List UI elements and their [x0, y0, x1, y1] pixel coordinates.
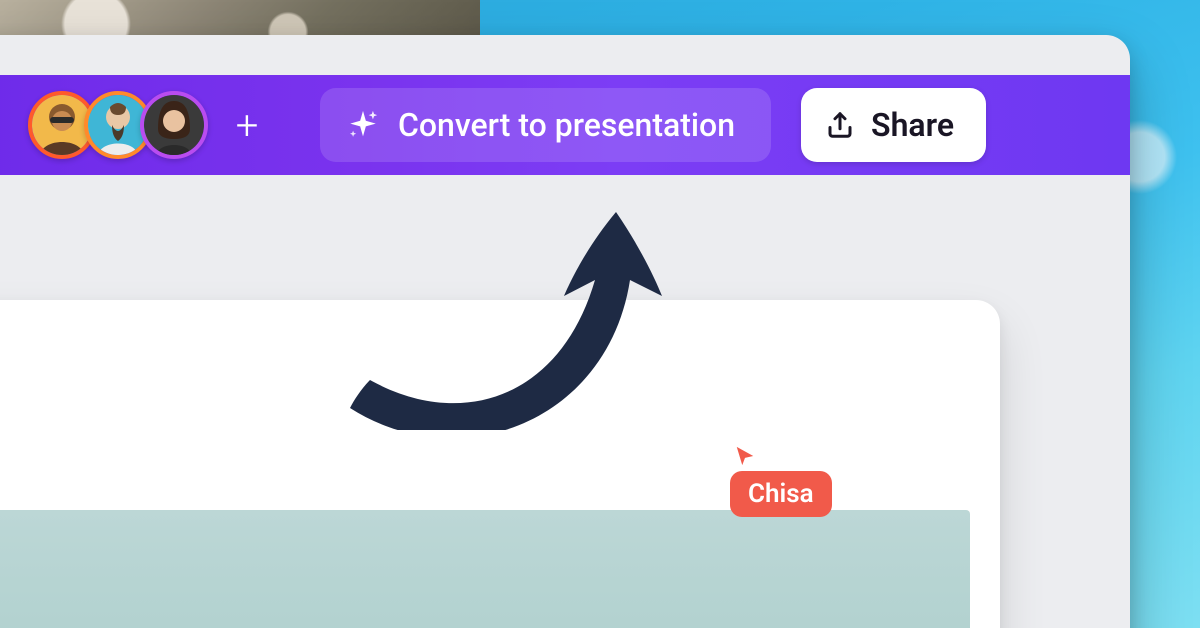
- editor-topbar: + Convert to presentation Share: [0, 75, 1130, 175]
- convert-to-presentation-button[interactable]: Convert to presentation: [320, 88, 771, 162]
- live-cursor-label: Chisa: [730, 471, 832, 517]
- plus-icon: +: [236, 102, 259, 149]
- person-icon: [88, 95, 148, 155]
- canvas-image: [0, 510, 970, 628]
- collaborator-avatars: +: [28, 91, 276, 159]
- person-icon: [144, 95, 204, 155]
- collaborator-avatar[interactable]: [140, 91, 208, 159]
- share-button-label: Share: [871, 106, 954, 144]
- share-button[interactable]: Share: [801, 88, 986, 162]
- upload-icon: [825, 110, 855, 140]
- convert-button-label: Convert to presentation: [398, 106, 735, 144]
- add-collaborator-button[interactable]: +: [218, 96, 276, 154]
- person-icon: [32, 95, 92, 155]
- annotation-arrow-icon: [340, 170, 760, 430]
- sparkle-icon: [346, 108, 380, 142]
- cursor-pointer-icon: [734, 445, 756, 467]
- screenshot-stage: + Convert to presentation Share: [0, 0, 1200, 628]
- live-cursor: Chisa: [730, 445, 832, 517]
